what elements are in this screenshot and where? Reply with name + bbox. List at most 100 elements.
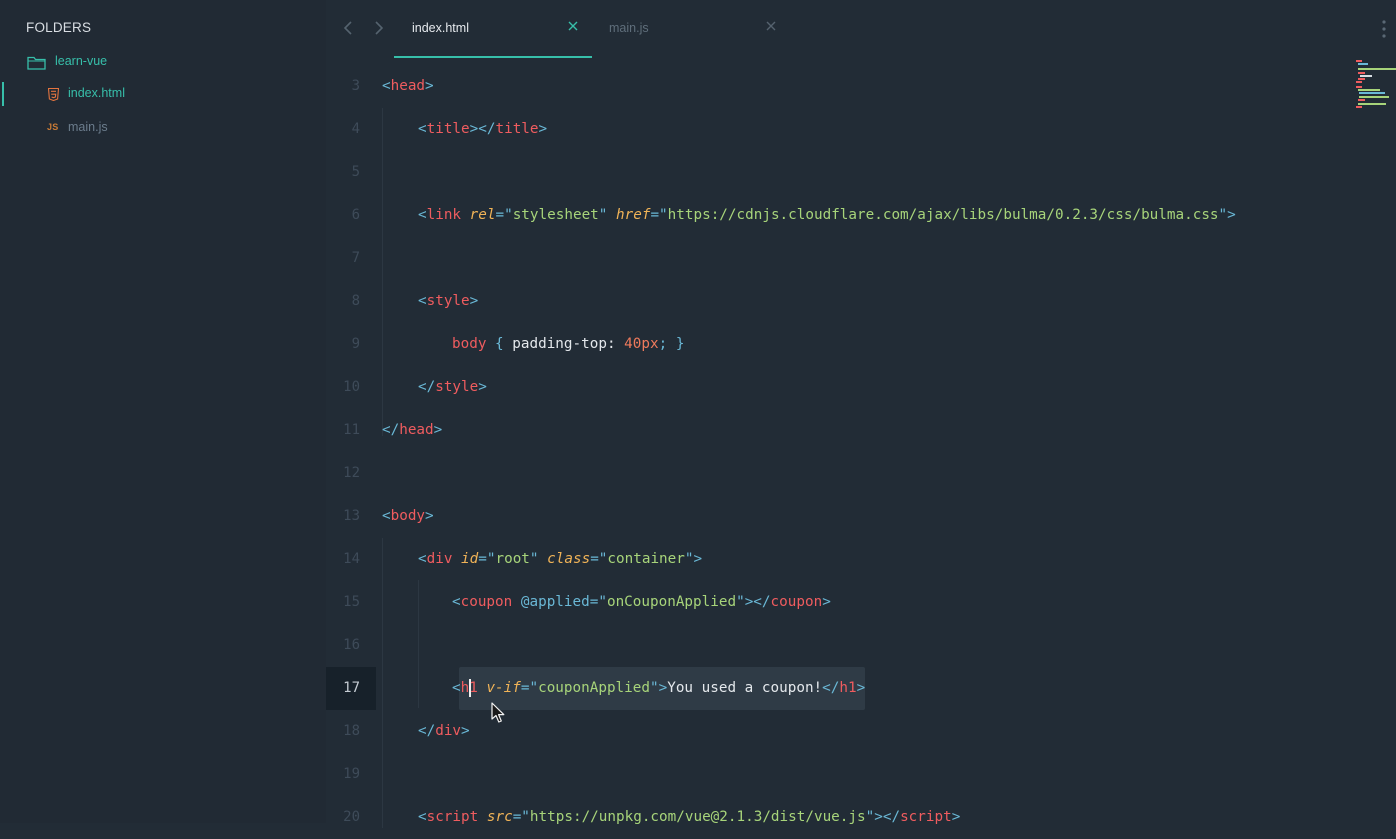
- code-token: coupon: [770, 594, 823, 610]
- code-token: onCouponApplied: [606, 594, 737, 610]
- code-token: =": [478, 551, 496, 567]
- sidebar: FOLDERS learn-vue index.html JS main.js: [0, 0, 326, 823]
- code-token: 40px: [624, 336, 659, 352]
- code-token: href: [616, 207, 651, 223]
- line-number: 16: [343, 637, 360, 653]
- code-token: =": [520, 680, 539, 696]
- folder-icon: [27, 56, 46, 70]
- code-token: ": [529, 551, 539, 567]
- file-label-main-js: main.js: [68, 120, 108, 134]
- code-line[interactable]: <style>: [418, 280, 478, 323]
- code-token: title: [426, 121, 470, 137]
- code-token: =": [650, 207, 668, 223]
- code-token: You used a coupon!: [667, 680, 823, 696]
- line-number: 14: [343, 551, 360, 567]
- line-number-gutter: 3 4 5 6 7 8 9 10 11 12 13 14 15 16 17 18 19 20: [326, 58, 376, 825]
- line-number: 8: [351, 293, 360, 309]
- close-icon[interactable]: [766, 21, 776, 31]
- code-token: </: [822, 680, 840, 696]
- code-token: =": [590, 551, 608, 567]
- sidebar-item-index-html[interactable]: index.html: [0, 80, 326, 108]
- code-token: >: [856, 680, 866, 696]
- code-token: link: [426, 207, 462, 223]
- code-token: >: [461, 723, 470, 739]
- code-token: </: [418, 723, 436, 739]
- folder-label: learn-vue: [55, 54, 108, 68]
- code-token: <: [418, 551, 427, 567]
- line-number: 9: [351, 336, 360, 352]
- chevron-left-icon[interactable]: [342, 20, 356, 36]
- active-file-indicator: [2, 82, 4, 106]
- code-line[interactable]: </style>: [418, 366, 487, 409]
- code-line[interactable]: <link rel="stylesheet" href="https://cdn…: [418, 194, 1236, 237]
- close-icon[interactable]: [568, 21, 578, 31]
- more-options-icon[interactable]: [1382, 20, 1386, 38]
- line-number: 3: [351, 78, 360, 94]
- code-token: <: [418, 121, 427, 137]
- code-token: div: [435, 723, 462, 739]
- minimap[interactable]: [1352, 58, 1396, 118]
- code-line[interactable]: </div>: [418, 710, 470, 753]
- chevron-right-icon[interactable]: [371, 20, 385, 36]
- code-line[interactable]: body { padding-top: 40px; }: [452, 323, 684, 366]
- code-token: root: [495, 551, 530, 567]
- code-token: <: [418, 293, 427, 309]
- code-token: =": [495, 207, 513, 223]
- line-number: 11: [343, 422, 360, 438]
- js-icon: JS: [47, 122, 59, 132]
- line-number: 5: [351, 164, 360, 180]
- code-token: >: [478, 379, 487, 395]
- code-token: id: [461, 551, 479, 567]
- code-token: <: [382, 508, 391, 524]
- code-line[interactable]: <title></title>: [418, 108, 547, 151]
- code-token: style: [426, 293, 470, 309]
- code-line[interactable]: <coupon @applied="onCouponApplied"></cou…: [452, 581, 831, 624]
- text-caret: [469, 679, 471, 697]
- code-token: =": [589, 594, 607, 610]
- code-token: class: [547, 551, 591, 567]
- line-number: 12: [343, 465, 360, 481]
- sidebar-item-learn-vue[interactable]: learn-vue: [0, 48, 326, 76]
- code-line[interactable]: <head>: [382, 65, 434, 108]
- code-token: coupon: [460, 594, 513, 610]
- code-line[interactable]: <div id="root" class="container">: [418, 538, 702, 581]
- tab-index-html[interactable]: index.html: [394, 0, 592, 58]
- code-token: title: [495, 121, 539, 137]
- code-token: >: [469, 293, 479, 309]
- tab-label: index.html: [412, 21, 469, 35]
- code-token: }: [675, 336, 685, 352]
- code-token: ;: [658, 336, 668, 352]
- code-token: rel: [469, 207, 496, 223]
- html5-icon: [48, 88, 59, 101]
- code-token: stylesheet: [512, 207, 599, 223]
- code-token: {: [495, 336, 504, 352]
- line-number: 19: [343, 766, 360, 782]
- code-token: ">: [1218, 207, 1236, 223]
- line-number: 4: [351, 121, 360, 137]
- code-token: "></: [736, 594, 771, 610]
- code-token: </: [382, 422, 400, 438]
- indent-guide: [418, 580, 419, 708]
- folders-header: FOLDERS: [26, 20, 92, 35]
- code-line[interactable]: <script src="https://unpkg.com/vue@2.1.3…: [418, 796, 960, 839]
- code-token: https://cdnjs.cloudflare.com/ajax/libs/b…: [667, 207, 1219, 223]
- code-editor[interactable]: <head> <title></title> <link rel="styleshe…: [376, 58, 1336, 828]
- code-token: style: [435, 379, 479, 395]
- line-number: 13: [343, 508, 360, 524]
- code-token: >: [425, 78, 434, 94]
- code-token: <: [418, 207, 427, 223]
- code-token: >: [538, 121, 548, 137]
- code-token: ">: [684, 551, 703, 567]
- code-line[interactable]: </head>: [382, 409, 442, 452]
- tab-bar: index.html main.js: [326, 0, 1396, 58]
- sidebar-item-main-js[interactable]: JS main.js: [0, 114, 326, 142]
- indent-guide: [382, 108, 383, 436]
- tab-main-js[interactable]: main.js: [596, 0, 786, 58]
- code-token: head: [390, 78, 426, 94]
- code-line[interactable]: <body>: [382, 495, 434, 538]
- code-line[interactable]: < h1 v-if="couponApplied">You used a coup…: [452, 667, 865, 710]
